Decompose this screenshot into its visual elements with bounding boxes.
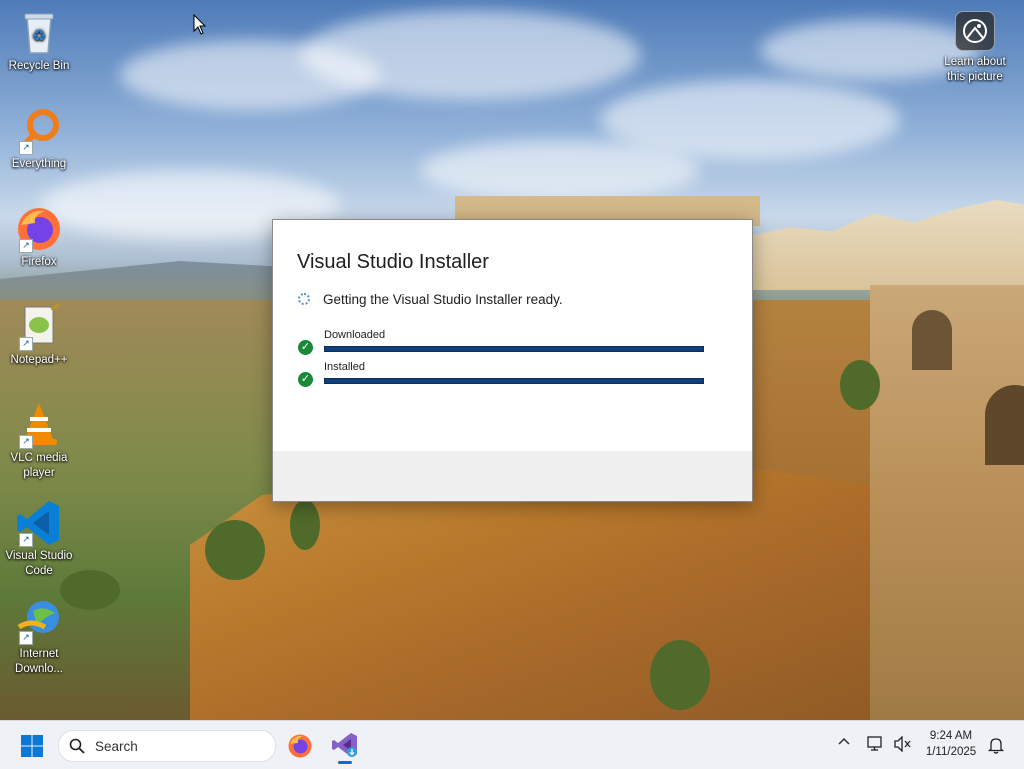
- notepad-plus-plus-icon: ↗: [15, 303, 63, 351]
- desktop-icon-recycle-bin[interactable]: ♻ Recycle Bin: [1, 9, 77, 74]
- taskbar-vs-installer-button[interactable]: [331, 731, 359, 759]
- visual-studio-installer-icon: [332, 733, 357, 757]
- show-hidden-icons-chevron-icon[interactable]: [838, 736, 850, 751]
- clock-time: 9:24 AM: [929, 730, 973, 742]
- learn-about-picture-label: Learn about this picture: [944, 56, 1006, 83]
- recycle-bin-icon: ♻: [15, 9, 63, 57]
- check-icon: ✓: [298, 340, 313, 355]
- search-icon: [69, 738, 85, 754]
- download-progress-bar: [324, 346, 704, 352]
- desktop-icon-everything[interactable]: ↗ Everything: [1, 107, 77, 172]
- desktop-icon-internet-download-manager[interactable]: ↗ Internet Downlo...: [1, 597, 77, 677]
- install-progress-bar: [324, 378, 704, 384]
- vscode-icon: ↗: [15, 499, 63, 547]
- desktop-icon-firefox[interactable]: ↗ Firefox: [1, 205, 77, 270]
- desktop-icon-label: Internet Downlo...: [15, 648, 63, 675]
- clock-date: 1/11/2025: [925, 746, 977, 758]
- step-downloaded-label: Downloaded: [324, 329, 386, 341]
- check-icon: ✓: [298, 372, 313, 387]
- network-icon[interactable]: [867, 736, 885, 752]
- desktop-icon-vlc[interactable]: ↗ VLC media player: [1, 401, 77, 481]
- volume-muted-icon[interactable]: [894, 735, 912, 753]
- windows-logo-icon: [21, 735, 43, 757]
- desktop-icon-label: Firefox: [21, 256, 57, 268]
- svg-text:♻: ♻: [32, 28, 46, 45]
- desktop-icon-label: VLC media player: [10, 452, 68, 479]
- installer-status: Getting the Visual Studio Installer read…: [323, 292, 563, 307]
- start-button[interactable]: [20, 734, 44, 758]
- everything-search-icon: ↗: [15, 107, 63, 155]
- installer-title: Visual Studio Installer: [297, 251, 489, 273]
- search-placeholder: Search: [95, 739, 138, 754]
- taskbar-search-box[interactable]: Search: [58, 730, 276, 762]
- camera-info-icon: [955, 11, 995, 51]
- installer-window: Visual Studio Installer Getting the Visu…: [272, 219, 753, 502]
- desktop-icon-label: Everything: [11, 158, 67, 170]
- mouse-cursor-icon: [193, 13, 207, 41]
- loading-spinner-icon: [298, 293, 310, 305]
- desktop-icon-label: Visual Studio Code: [5, 550, 73, 577]
- notification-bell-icon[interactable]: [987, 736, 1005, 754]
- firefox-icon: ↗: [15, 205, 63, 253]
- internet-download-manager-icon: ↗: [15, 597, 63, 645]
- taskbar-firefox-button[interactable]: [287, 733, 313, 759]
- system-clock[interactable]: 9:24 AM 1/11/2025: [918, 728, 984, 760]
- step-installed-label: Installed: [324, 361, 365, 373]
- desktop-icon-notepad-plus-plus[interactable]: ↗ Notepad++: [1, 303, 77, 368]
- firefox-icon: [288, 734, 312, 758]
- learn-about-picture[interactable]: Learn about this picture: [936, 11, 1014, 85]
- desktop-icon-label: Recycle Bin: [8, 60, 70, 72]
- vlc-icon: ↗: [15, 401, 63, 449]
- installer-footer: [273, 451, 752, 501]
- active-app-indicator: [338, 761, 352, 764]
- taskbar: Search 9:24 AM 1/11/2025: [0, 720, 1024, 769]
- desktop-icon-label: Notepad++: [10, 354, 68, 366]
- desktop-icon-vscode[interactable]: ↗ Visual Studio Code: [1, 499, 77, 579]
